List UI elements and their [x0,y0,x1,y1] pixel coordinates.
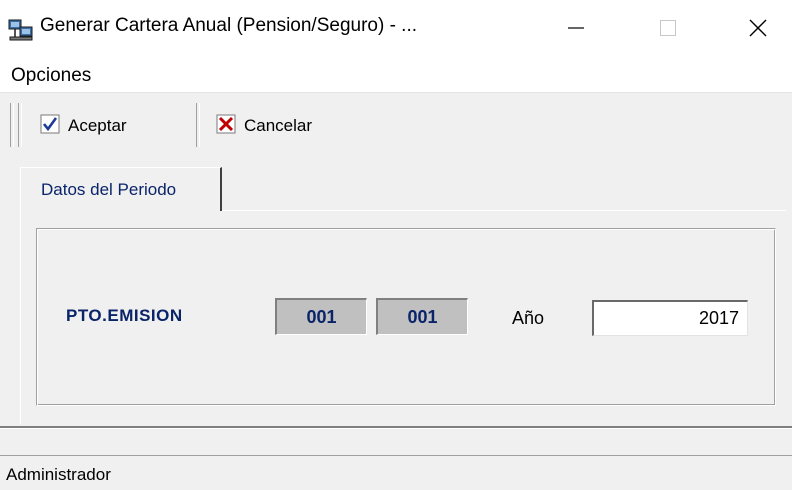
menu-bar: Opciones [0,60,792,92]
maximize-icon [659,19,677,42]
checkmark-icon [40,114,68,139]
toolbar: Aceptar Cancelar [0,92,792,159]
close-icon [748,18,768,43]
divider [0,426,792,429]
pto-emision-field-2: 001 [376,298,468,335]
cancel-button[interactable]: Cancelar [216,109,312,143]
title-bar: Generar Cartera Anual (Pension/Seguro) -… [0,0,792,60]
toolbar-grip[interactable] [18,103,22,147]
tab-label: Datos del Periodo [41,180,177,199]
window-title: Generar Cartera Anual (Pension/Seguro) -… [40,15,418,36]
maximize-button[interactable] [636,0,700,60]
x-icon [216,114,244,139]
network-computers-icon [8,18,34,42]
year-input[interactable] [592,300,748,336]
toolbar-grip[interactable] [10,103,14,147]
minimize-icon [567,19,585,42]
status-bar: Administrador [0,455,792,490]
menu-opciones[interactable]: Opciones [11,65,91,87]
minimize-button[interactable] [544,0,608,60]
status-user: Administrador [6,465,111,484]
year-label: Año [512,308,545,328]
accept-label: Aceptar [68,116,127,135]
pto-emision-label: PTO.EMISION [66,306,183,325]
pto-emision-field-1: 001 [275,298,367,335]
tab-datos-del-periodo[interactable]: Datos del Periodo [20,167,222,211]
close-button[interactable] [726,0,790,60]
accept-button[interactable]: Aceptar [40,109,127,143]
cancel-label: Cancelar [244,116,313,135]
toolbar-separator [196,103,200,147]
